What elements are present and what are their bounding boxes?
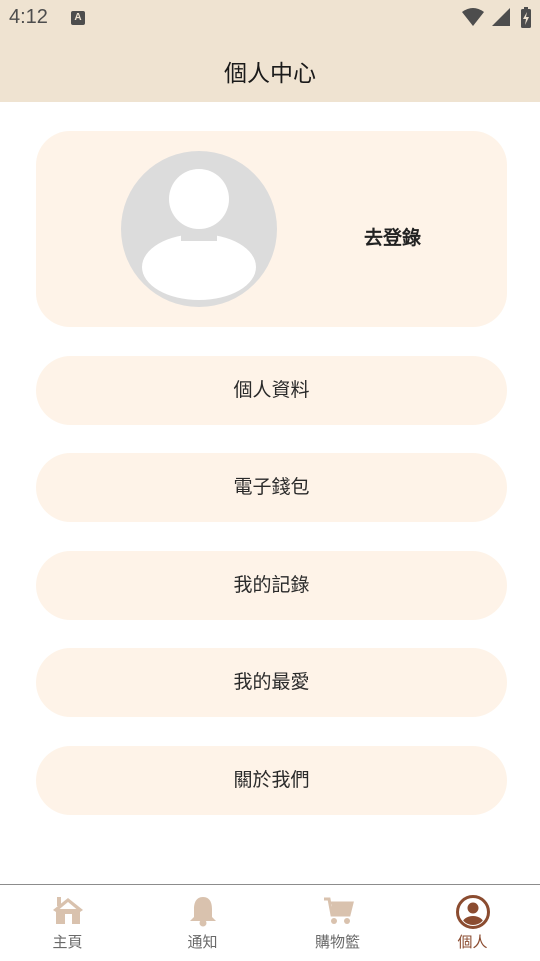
profile-icon: [455, 895, 490, 929]
bell-icon: [189, 897, 216, 927]
keyboard-notification-icon: A: [71, 11, 85, 25]
nav-label-cart: 購物籃: [314, 933, 360, 951]
wifi-icon: [462, 8, 484, 26]
cart-icon: [323, 897, 354, 924]
home-icon: [52, 897, 83, 924]
nav-label-notifications: 通知: [187, 933, 218, 951]
profile-card[interactable]: 去登錄: [36, 131, 507, 327]
page-title: 個人中心: [224, 61, 316, 87]
status-bar: 4:12 A: [0, 0, 540, 36]
menu-item-my-records[interactable]: 我的記錄: [36, 551, 507, 620]
nav-label-home: 主頁: [52, 933, 83, 951]
avatar-placeholder-icon[interactable]: [121, 151, 277, 307]
battery-icon: [521, 7, 531, 28]
nav-item-cart[interactable]: 購物籃: [270, 885, 405, 961]
nav-label-profile: 個人: [457, 933, 488, 951]
nav-item-profile[interactable]: 個人: [405, 885, 540, 961]
nav-item-notifications[interactable]: 通知: [135, 885, 270, 961]
menu-item-e-wallet[interactable]: 電子錢包: [36, 453, 507, 522]
status-time: 4:12: [9, 6, 48, 28]
menu-item-favorites[interactable]: 我的最愛: [36, 648, 507, 717]
nav-item-home[interactable]: 主頁: [0, 885, 135, 961]
menu-item-about-us[interactable]: 關於我們: [36, 746, 507, 815]
login-button[interactable]: 去登錄: [364, 223, 421, 250]
bottom-nav: 主頁 通知 購物籃 個人: [0, 884, 540, 961]
signal-icon: [492, 8, 510, 26]
menu-item-profile-info[interactable]: 個人資料: [36, 356, 507, 425]
app-bar: 個人中心: [0, 36, 540, 102]
